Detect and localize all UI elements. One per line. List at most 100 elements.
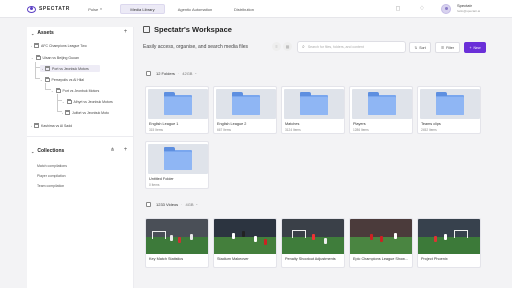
filter-label: Filter bbox=[446, 45, 454, 50]
video-thumbnail bbox=[282, 219, 344, 254]
collection-item[interactable]: Team compilation bbox=[37, 184, 64, 188]
select-all-checkbox[interactable] bbox=[146, 70, 151, 76]
folder-card[interactable]: English League 1 315 Items bbox=[145, 86, 209, 134]
bell-icon[interactable]: ♢ bbox=[418, 5, 426, 13]
workspace-icon bbox=[143, 25, 150, 33]
nav-media-library[interactable]: Media Library bbox=[120, 4, 165, 14]
chevron-down-icon: ⌄ bbox=[31, 148, 35, 154]
folders-size: 42GB bbox=[182, 70, 193, 76]
chevron-down-icon: ⌄ bbox=[51, 88, 54, 93]
videos-size: 4GB bbox=[185, 201, 194, 207]
folders-count: 12 Folders bbox=[156, 70, 175, 76]
chevron-down-icon[interactable]: ⌄ bbox=[196, 202, 199, 206]
nav-agentic-automation[interactable]: Agentic Automation bbox=[168, 4, 222, 14]
filter-icon: ☰ bbox=[441, 45, 445, 50]
chevron-down-icon: ⌄ bbox=[62, 99, 65, 104]
tree-item[interactable]: › Julfort vs Jeonbuk Moto bbox=[62, 109, 109, 116]
folder-card[interactable]: Players 1286 Items bbox=[349, 86, 413, 134]
tree-item-label: Alhyrt vs Jeonbuk Motors bbox=[73, 99, 113, 104]
folder-icon bbox=[65, 109, 70, 115]
folder-card[interactable]: Untitled Folder 0 Items bbox=[145, 141, 209, 189]
tree-item[interactable]: › AFC Champions League Two bbox=[31, 42, 87, 49]
new-label: New bbox=[473, 45, 481, 50]
assets-header[interactable]: ⌄ Assets bbox=[31, 29, 54, 37]
folders-section-header: 12 Folders · 42GB ⌄ bbox=[146, 69, 197, 77]
logo[interactable]: SPECTATR bbox=[27, 5, 70, 13]
divider bbox=[27, 136, 134, 137]
chevron-right-icon: › bbox=[62, 110, 63, 115]
folder-icon bbox=[45, 65, 50, 71]
folder-name: Teams clips bbox=[421, 122, 441, 126]
search-input[interactable] bbox=[307, 45, 398, 49]
chevron-down-icon[interactable]: ⌄ bbox=[194, 71, 197, 75]
video-title: Project Phoenix bbox=[421, 257, 448, 261]
chat-icon[interactable]: ◻ bbox=[394, 5, 402, 13]
folder-icon bbox=[436, 92, 464, 115]
collection-item[interactable]: Player compilation bbox=[37, 174, 66, 178]
video-card[interactable]: Penalty Shootout Adjustments bbox=[281, 218, 345, 268]
videos-section-header: 1233 Videos · 4GB ⌄ bbox=[146, 200, 198, 208]
video-card[interactable]: Key Match Statistics bbox=[145, 218, 209, 268]
folder-card[interactable]: Matches 3124 Items bbox=[281, 86, 345, 134]
collections-header[interactable]: ⌄ Collections bbox=[31, 147, 64, 155]
assets-title: Assets bbox=[37, 30, 54, 36]
folder-count: 315 Items bbox=[149, 128, 163, 132]
folder-icon bbox=[164, 147, 192, 170]
search-box[interactable]: ⌕ bbox=[297, 41, 406, 53]
folder-name: Matches bbox=[285, 122, 300, 126]
add-asset-button[interactable]: + bbox=[122, 29, 129, 36]
filter-button[interactable]: ☰ Filter bbox=[435, 42, 460, 53]
share-icon[interactable]: ⋔ bbox=[109, 147, 116, 154]
chevron-right-icon: › bbox=[31, 123, 32, 128]
tree-item[interactable]: ⌄ Ulsan vs Beijing Guoan bbox=[31, 54, 79, 61]
top-bar: SPECTATR Pulse ▾ Media Library Agentic Au… bbox=[0, 0, 512, 18]
folder-icon bbox=[35, 54, 41, 60]
nav-pulse[interactable]: Pulse ▾ bbox=[80, 4, 110, 14]
sidebar: ⌄ Assets + › AFC Champions League Two ⌄ Ul… bbox=[27, 27, 134, 288]
tree-item-label: Ulsan vs Beijing Guoan bbox=[42, 55, 79, 60]
add-collection-button[interactable]: + bbox=[122, 147, 129, 154]
folder-icon bbox=[34, 122, 39, 128]
video-title: Key Match Statistics bbox=[149, 257, 184, 261]
sort-label: Sort bbox=[419, 45, 426, 50]
folder-icon bbox=[368, 92, 396, 115]
video-card[interactable]: Project Phoenix bbox=[417, 218, 481, 268]
video-card[interactable]: Stadium Makeover bbox=[213, 218, 277, 268]
folder-name: Untitled Folder bbox=[149, 177, 174, 181]
tree-item[interactable]: ⌄ Persepolis vs Al Hilal bbox=[40, 76, 84, 83]
tree-item[interactable]: ⌄ Port vs Jeonbuk Motors bbox=[51, 87, 99, 94]
chevron-right-icon: › bbox=[31, 43, 32, 48]
folder-count: 2452 Items bbox=[421, 128, 437, 132]
avatar[interactable] bbox=[441, 4, 451, 14]
sort-icon: ⇅ bbox=[414, 45, 418, 50]
chevron-down-icon: ⌄ bbox=[31, 55, 34, 60]
logo-eye-icon bbox=[27, 5, 36, 13]
nav-distribution[interactable]: Distribution bbox=[226, 4, 262, 14]
folder-count: 0 Items bbox=[149, 183, 160, 187]
folder-name: Players bbox=[353, 122, 366, 126]
page-title: Spectatr's Workspace bbox=[154, 24, 232, 34]
video-card[interactable]: Epic Champions League Show... bbox=[349, 218, 413, 268]
tree-item[interactable]: › Kashima vs Al Sadd bbox=[31, 122, 72, 129]
folder-card[interactable]: English League 2 667 Items bbox=[213, 86, 277, 134]
nav-label: Media Library bbox=[130, 6, 155, 12]
folder-icon bbox=[66, 98, 72, 104]
tree-item-label: Julfort vs Jeonbuk Moto bbox=[72, 110, 109, 115]
video-thumbnail bbox=[418, 219, 480, 254]
tree-item[interactable]: ⌄ Alhyrt vs Jeonbuk Motors bbox=[62, 98, 113, 105]
folder-count: 3124 Items bbox=[285, 128, 301, 132]
new-button[interactable]: + New bbox=[464, 42, 486, 53]
list-view-icon[interactable]: ≡ bbox=[272, 42, 281, 51]
grid-view-icon[interactable]: ▦ bbox=[283, 42, 292, 51]
search-icon: ⌕ bbox=[302, 44, 305, 50]
video-thumbnail bbox=[350, 219, 412, 254]
folder-card[interactable]: Teams clips 2452 Items bbox=[417, 86, 481, 134]
collections-title: Collections bbox=[37, 148, 65, 154]
tree-item-selected[interactable]: › Port vs Jeonbuk Motors bbox=[40, 65, 100, 72]
folder-name: English League 2 bbox=[217, 122, 247, 126]
select-all-checkbox[interactable] bbox=[146, 201, 151, 207]
collection-item[interactable]: Match compilations bbox=[37, 164, 67, 168]
sort-button[interactable]: ⇅ Sort bbox=[409, 42, 431, 53]
folder-icon bbox=[44, 76, 50, 82]
nav-label: Agentic Automation bbox=[177, 6, 213, 12]
